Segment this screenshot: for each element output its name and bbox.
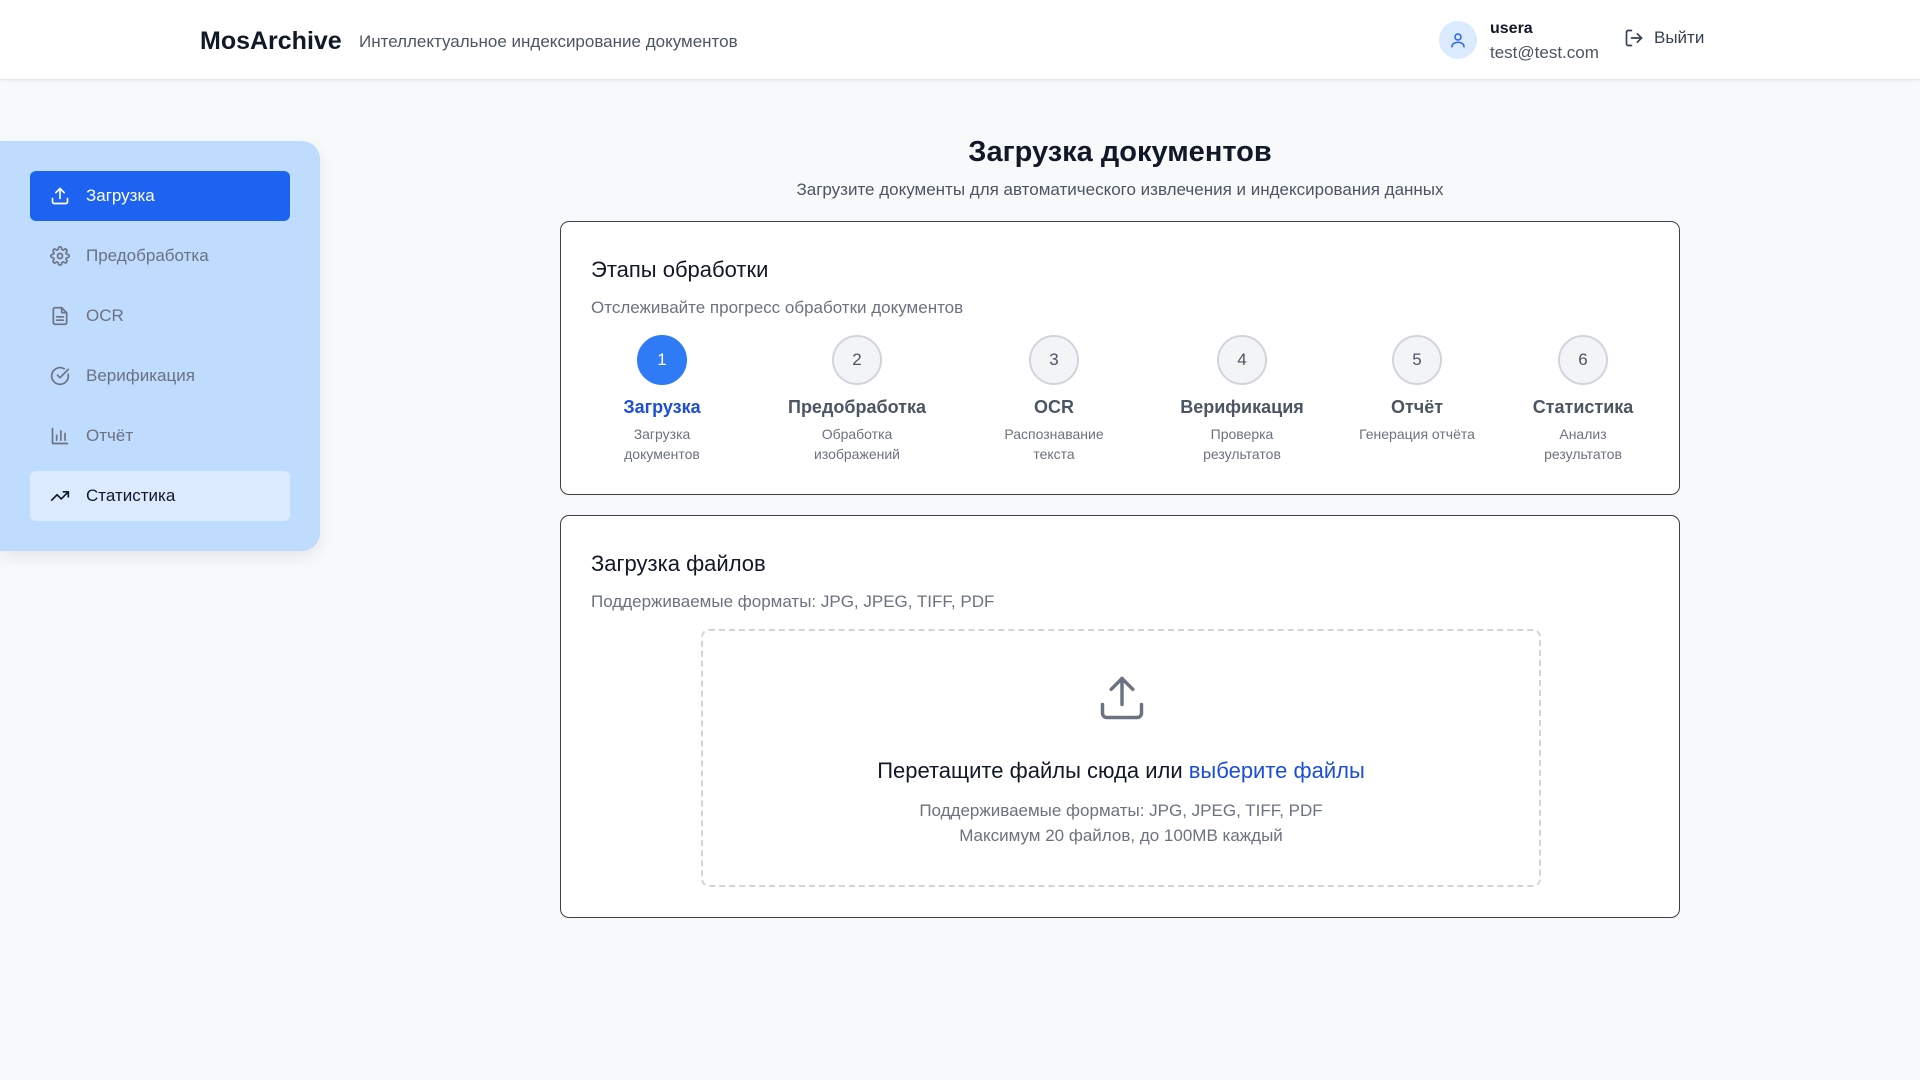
file-dropzone[interactable]: Перетащите файлы сюда или выберите файлы… xyxy=(701,629,1541,887)
bar-chart-icon xyxy=(51,427,69,445)
stages-title: Этапы обработки xyxy=(591,257,769,282)
sidebar-item-label: OCR xyxy=(86,306,124,325)
stages-description: Отслеживайте прогресс обработки документ… xyxy=(591,298,964,317)
upload-title: Загрузка файлов xyxy=(591,551,766,576)
sidebar-item-verification[interactable]: Верификация xyxy=(30,351,290,401)
logout-icon xyxy=(1625,29,1643,47)
trending-up-icon xyxy=(50,491,70,501)
stages-card: Этапы обработки Отслеживайте прогресс об… xyxy=(560,221,1680,495)
document-icon xyxy=(52,306,68,326)
upload-icon xyxy=(1100,676,1144,720)
check-circle-icon xyxy=(50,366,70,386)
upload-icon xyxy=(51,187,69,205)
brand-logo[interactable]: MosArchive xyxy=(200,27,342,56)
step-title: Верификация xyxy=(1180,397,1304,417)
upload-description: Поддерживаемые форматы: JPG, JPEG, TIFF,… xyxy=(591,592,995,611)
sidebar-item-label: Отчёт xyxy=(86,426,134,445)
top-header: MosArchive Интеллектуальное индексирован… xyxy=(0,0,1920,80)
step-number: 6 xyxy=(1558,335,1608,385)
upload-card: Загрузка файлов Поддерживаемые форматы: … xyxy=(560,515,1680,918)
step-number: 2 xyxy=(832,335,882,385)
gear-icon xyxy=(50,246,70,266)
step-number: 4 xyxy=(1217,335,1267,385)
dropzone-text: Перетащите файлы сюда или xyxy=(877,758,1189,783)
step-number: 3 xyxy=(1029,335,1079,385)
step-number: 5 xyxy=(1392,335,1442,385)
step-number: 1 xyxy=(637,335,687,385)
dropzone-limits: Максимум 20 файлов, до 100MB каждый xyxy=(959,826,1283,845)
sidebar-item-label: Статистика xyxy=(86,486,176,505)
step-description: Распознавание текста xyxy=(1004,426,1104,462)
step-description: Анализ результатов xyxy=(1544,426,1622,462)
step-title: OCR xyxy=(1034,397,1074,417)
logout-label: Выйти xyxy=(1654,28,1705,47)
user-avatar[interactable] xyxy=(1439,21,1477,59)
step-description: Обработка изображений xyxy=(814,426,900,462)
step-report[interactable]: 5 Отчёт Генерация отчёта xyxy=(1337,335,1497,444)
page-title: Загрузка документов xyxy=(968,136,1272,168)
sidebar-item-statistics[interactable]: Статистика xyxy=(30,471,290,521)
step-title: Предобработка xyxy=(788,397,926,417)
user-email: test@test.com xyxy=(1490,43,1599,62)
sidebar: Загрузка Предобработка OCR Верификация О… xyxy=(0,141,320,551)
step-description: Проверка результатов xyxy=(1203,426,1281,462)
dropzone-formats: Поддерживаемые форматы: JPG, JPEG, TIFF,… xyxy=(919,801,1323,820)
page-subtitle: Загрузите документы для автоматического … xyxy=(796,180,1444,199)
sidebar-item-upload[interactable]: Загрузка xyxy=(30,171,290,221)
step-verification[interactable]: 4 Верификация Проверка результатов xyxy=(1162,335,1322,464)
step-description: Генерация отчёта xyxy=(1359,426,1475,442)
step-description: Загрузка документов xyxy=(624,426,700,462)
sidebar-item-label: Предобработка xyxy=(86,246,209,265)
sidebar-item-label: Верификация xyxy=(86,366,195,385)
user-name: usera xyxy=(1490,20,1533,37)
sidebar-item-preprocessing[interactable]: Предобработка xyxy=(30,231,290,281)
step-title: Отчёт xyxy=(1390,397,1444,417)
dropzone-prompt: Перетащите файлы сюда или выберите файлы xyxy=(703,758,1539,784)
step-preprocessing[interactable]: 2 Предобработка Обработка изображений xyxy=(777,335,937,464)
step-ocr[interactable]: 3 OCR Распознавание текста xyxy=(974,335,1134,464)
step-title: Статистика xyxy=(1532,397,1634,417)
sidebar-item-label: Загрузка xyxy=(86,186,155,205)
select-files-link[interactable]: выберите файлы xyxy=(1189,758,1365,783)
step-statistics[interactable]: 6 Статистика Анализ результатов xyxy=(1503,335,1663,464)
step-upload[interactable]: 1 Загрузка Загрузка документов xyxy=(582,335,742,464)
sidebar-item-ocr[interactable]: OCR xyxy=(30,291,290,341)
sidebar-item-report[interactable]: Отчёт xyxy=(30,411,290,461)
brand-tagline: Интеллектуальное индексирование документ… xyxy=(359,32,738,51)
step-title: Загрузка xyxy=(623,397,701,417)
user-icon xyxy=(1451,33,1465,48)
logout-button[interactable]: Выйти xyxy=(1624,28,1704,48)
